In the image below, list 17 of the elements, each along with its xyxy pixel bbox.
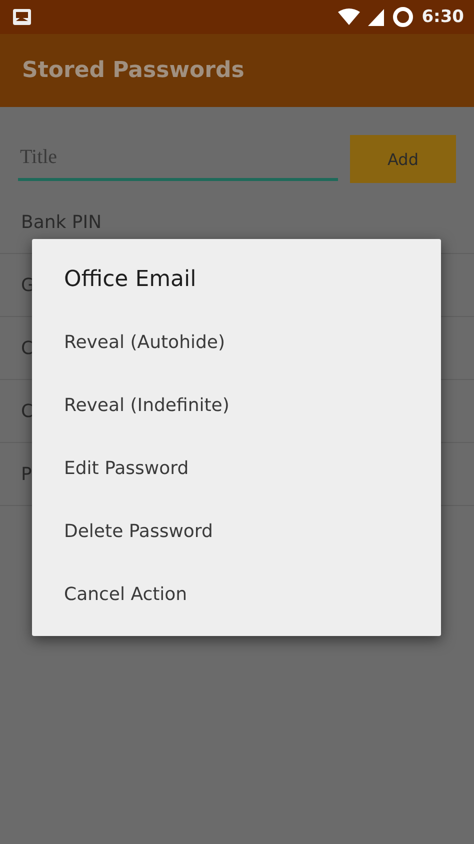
signal-icon (368, 8, 384, 26)
password-item[interactable]: C (21, 338, 34, 358)
clock-time: 6:30 (422, 7, 464, 27)
password-item[interactable]: C (21, 400, 34, 422)
add-button[interactable]: Add (350, 135, 456, 183)
dialog-action[interactable]: Reveal (Indefinite) (32, 374, 441, 437)
dialog-action[interactable]: Edit Password (32, 437, 441, 500)
app-title: Stored Passwords (22, 58, 244, 83)
password-item[interactable]: Bank PIN (21, 212, 102, 232)
wifi-icon (338, 8, 360, 26)
dialog-title: Office Email (63, 266, 198, 294)
dialog-action[interactable]: Delete Password (32, 500, 441, 563)
image-icon (12, 8, 32, 26)
ring-icon (392, 6, 414, 28)
dialog-action[interactable]: Reveal (Autohide) (32, 311, 441, 374)
dialog-action[interactable]: Cancel Action (32, 563, 441, 626)
password-item[interactable]: P (21, 464, 32, 484)
